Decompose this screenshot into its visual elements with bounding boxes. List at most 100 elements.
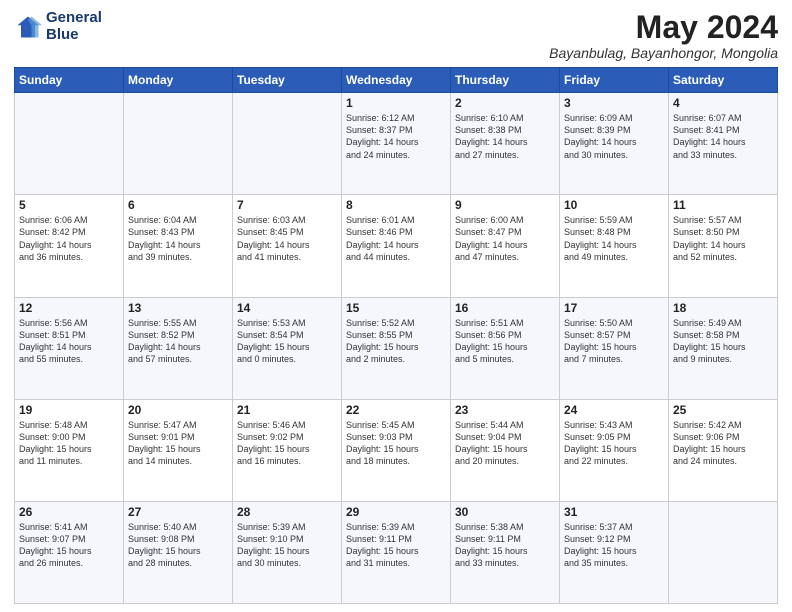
day-info: Sunrise: 5:38 AM Sunset: 9:11 PM Dayligh… — [455, 521, 555, 570]
day-info: Sunrise: 5:41 AM Sunset: 9:07 PM Dayligh… — [19, 521, 119, 570]
day-number: 1 — [346, 96, 446, 110]
weekday-header: Wednesday — [342, 68, 451, 93]
logo-line1: General — [46, 10, 102, 27]
day-info: Sunrise: 6:06 AM Sunset: 8:42 PM Dayligh… — [19, 214, 119, 263]
day-number: 21 — [237, 403, 337, 417]
calendar-cell — [233, 93, 342, 195]
calendar-cell: 14 Sunrise: 5:53 AM Sunset: 8:54 PM Dayli… — [233, 297, 342, 399]
day-number: 3 — [564, 96, 664, 110]
day-number: 11 — [673, 198, 773, 212]
calendar-cell — [15, 93, 124, 195]
calendar-cell: 17Sunrise: 5:50 AM Sunset: 8:57 PM Dayli… — [560, 297, 669, 399]
weekday-header: Monday — [124, 68, 233, 93]
weekday-header: Sunday — [15, 68, 124, 93]
weekday-row: SundayMondayTuesdayWednesdayThursdayFrid… — [15, 68, 778, 93]
calendar-cell: 18 Sunrise: 5:49 AM Sunset: 8:58 PM Dayli… — [669, 297, 778, 399]
calendar-cell: 25 Sunrise: 5:42 AM Sunset: 9:06 PM Dayli… — [669, 399, 778, 501]
day-number: 7 — [237, 198, 337, 212]
day-number: 17 — [564, 301, 664, 315]
day-number: 25 — [673, 403, 773, 417]
day-number: 10 — [564, 198, 664, 212]
day-info: Sunrise: 5:55 AM Sunset: 8:52 PM Dayligh… — [128, 317, 228, 366]
day-info: Sunrise: 5:42 AM Sunset: 9:06 PM Dayligh… — [673, 419, 773, 468]
calendar-cell: 16 Sunrise: 5:51 AM Sunset: 8:56 PM Dayli… — [451, 297, 560, 399]
calendar-week-row: 12 Sunrise: 5:56 AM Sunset: 8:51 PM Dayli… — [15, 297, 778, 399]
day-info: Sunrise: 5:56 AM Sunset: 8:51 PM Dayligh… — [19, 317, 119, 366]
day-info: Sunrise: 5:45 AM Sunset: 9:03 PM Dayligh… — [346, 419, 446, 468]
calendar-cell: 6 Sunrise: 6:04 AM Sunset: 8:43 PM Daylig… — [124, 195, 233, 297]
day-info: Sunrise: 5:46 AM Sunset: 9:02 PM Dayligh… — [237, 419, 337, 468]
day-info: Sunrise: 5:49 AM Sunset: 8:58 PM Dayligh… — [673, 317, 773, 366]
weekday-header: Saturday — [669, 68, 778, 93]
day-info: Sunrise: 5:51 AM Sunset: 8:56 PM Dayligh… — [455, 317, 555, 366]
day-number: 8 — [346, 198, 446, 212]
calendar-cell: 5Sunrise: 6:06 AM Sunset: 8:42 PM Daylig… — [15, 195, 124, 297]
subtitle: Bayanbulag, Bayanhongor, Mongolia — [549, 45, 778, 61]
calendar-cell: 3 Sunrise: 6:09 AM Sunset: 8:39 PM Daylig… — [560, 93, 669, 195]
calendar-cell: 27 Sunrise: 5:40 AM Sunset: 9:08 PM Dayli… — [124, 501, 233, 603]
logo-line2: Blue — [46, 27, 102, 44]
day-number: 18 — [673, 301, 773, 315]
day-info: Sunrise: 6:04 AM Sunset: 8:43 PM Dayligh… — [128, 214, 228, 263]
day-info: Sunrise: 6:00 AM Sunset: 8:47 PM Dayligh… — [455, 214, 555, 263]
calendar-cell: 28Sunrise: 5:39 AM Sunset: 9:10 PM Dayli… — [233, 501, 342, 603]
day-info: Sunrise: 5:48 AM Sunset: 9:00 PM Dayligh… — [19, 419, 119, 468]
day-number: 9 — [455, 198, 555, 212]
day-info: Sunrise: 5:59 AM Sunset: 8:48 PM Dayligh… — [564, 214, 664, 263]
calendar-week-row: 5Sunrise: 6:06 AM Sunset: 8:42 PM Daylig… — [15, 195, 778, 297]
day-info: Sunrise: 5:52 AM Sunset: 8:55 PM Dayligh… — [346, 317, 446, 366]
day-number: 16 — [455, 301, 555, 315]
calendar-cell: 2Sunrise: 6:10 AM Sunset: 8:38 PM Daylig… — [451, 93, 560, 195]
calendar-cell: 7 Sunrise: 6:03 AM Sunset: 8:45 PM Daylig… — [233, 195, 342, 297]
calendar-table: SundayMondayTuesdayWednesdayThursdayFrid… — [14, 67, 778, 604]
day-info: Sunrise: 6:07 AM Sunset: 8:41 PM Dayligh… — [673, 112, 773, 161]
header: General Blue May 2024 Bayanbulag, Bayanh… — [14, 10, 778, 61]
calendar-cell — [124, 93, 233, 195]
day-info: Sunrise: 5:47 AM Sunset: 9:01 PM Dayligh… — [128, 419, 228, 468]
calendar-cell: 10 Sunrise: 5:59 AM Sunset: 8:48 PM Dayli… — [560, 195, 669, 297]
day-info: Sunrise: 6:10 AM Sunset: 8:38 PM Dayligh… — [455, 112, 555, 161]
logo: General Blue — [14, 10, 102, 43]
calendar-week-row: 26 Sunrise: 5:41 AM Sunset: 9:07 PM Dayli… — [15, 501, 778, 603]
day-number: 28 — [237, 505, 337, 519]
day-info: Sunrise: 5:39 AM Sunset: 9:11 PM Dayligh… — [346, 521, 446, 570]
day-number: 30 — [455, 505, 555, 519]
calendar-cell: 4Sunrise: 6:07 AM Sunset: 8:41 PM Daylig… — [669, 93, 778, 195]
day-info: Sunrise: 5:57 AM Sunset: 8:50 PM Dayligh… — [673, 214, 773, 263]
calendar-cell — [669, 501, 778, 603]
calendar-cell: 13Sunrise: 5:55 AM Sunset: 8:52 PM Dayli… — [124, 297, 233, 399]
day-info: Sunrise: 6:03 AM Sunset: 8:45 PM Dayligh… — [237, 214, 337, 263]
weekday-header: Thursday — [451, 68, 560, 93]
day-number: 12 — [19, 301, 119, 315]
day-info: Sunrise: 6:09 AM Sunset: 8:39 PM Dayligh… — [564, 112, 664, 161]
day-number: 19 — [19, 403, 119, 417]
day-number: 22 — [346, 403, 446, 417]
day-info: Sunrise: 5:43 AM Sunset: 9:05 PM Dayligh… — [564, 419, 664, 468]
calendar-cell: 23 Sunrise: 5:44 AM Sunset: 9:04 PM Dayli… — [451, 399, 560, 501]
calendar-cell: 30 Sunrise: 5:38 AM Sunset: 9:11 PM Dayli… — [451, 501, 560, 603]
calendar-header: SundayMondayTuesdayWednesdayThursdayFrid… — [15, 68, 778, 93]
calendar-body: 1 Sunrise: 6:12 AM Sunset: 8:37 PM Daylig… — [15, 93, 778, 604]
day-number: 26 — [19, 505, 119, 519]
page: General Blue May 2024 Bayanbulag, Bayanh… — [0, 0, 792, 612]
calendar-cell: 26 Sunrise: 5:41 AM Sunset: 9:07 PM Dayli… — [15, 501, 124, 603]
day-number: 23 — [455, 403, 555, 417]
calendar-cell: 19 Sunrise: 5:48 AM Sunset: 9:00 PM Dayli… — [15, 399, 124, 501]
day-info: Sunrise: 6:12 AM Sunset: 8:37 PM Dayligh… — [346, 112, 446, 161]
day-info: Sunrise: 6:01 AM Sunset: 8:46 PM Dayligh… — [346, 214, 446, 263]
calendar-cell: 15 Sunrise: 5:52 AM Sunset: 8:55 PM Dayli… — [342, 297, 451, 399]
day-number: 31 — [564, 505, 664, 519]
day-info: Sunrise: 5:40 AM Sunset: 9:08 PM Dayligh… — [128, 521, 228, 570]
calendar-cell: 8 Sunrise: 6:01 AM Sunset: 8:46 PM Daylig… — [342, 195, 451, 297]
day-number: 15 — [346, 301, 446, 315]
day-number: 27 — [128, 505, 228, 519]
calendar-cell: 21 Sunrise: 5:46 AM Sunset: 9:02 PM Dayli… — [233, 399, 342, 501]
calendar-week-row: 19 Sunrise: 5:48 AM Sunset: 9:00 PM Dayli… — [15, 399, 778, 501]
day-info: Sunrise: 5:53 AM Sunset: 8:54 PM Dayligh… — [237, 317, 337, 366]
calendar-cell: 24Sunrise: 5:43 AM Sunset: 9:05 PM Dayli… — [560, 399, 669, 501]
day-info: Sunrise: 5:44 AM Sunset: 9:04 PM Dayligh… — [455, 419, 555, 468]
day-number: 6 — [128, 198, 228, 212]
day-number: 14 — [237, 301, 337, 315]
weekday-header: Tuesday — [233, 68, 342, 93]
calendar-week-row: 1 Sunrise: 6:12 AM Sunset: 8:37 PM Daylig… — [15, 93, 778, 195]
